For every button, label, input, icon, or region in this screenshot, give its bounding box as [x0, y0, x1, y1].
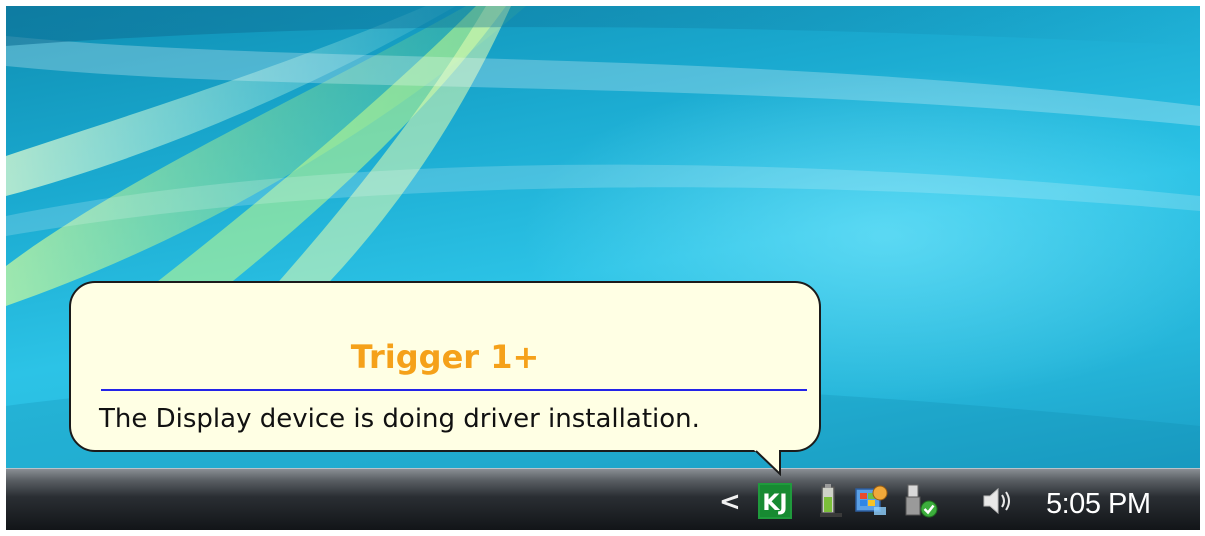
notification-balloon-tail [754, 450, 781, 476]
show-hidden-icons-button[interactable]: < [719, 489, 741, 515]
notification-balloon[interactable]: Trigger 1+ The Display device is doing d… [69, 281, 821, 452]
screenshot-frame: < KJ 5:05 PM Trigger 1+ The Display devi… [6, 6, 1200, 530]
safely-remove-hardware-icon[interactable] [902, 483, 940, 519]
kj-icon-glyph: KJ [762, 491, 787, 516]
kj-trigger-app-icon[interactable]: KJ [758, 483, 792, 519]
power-battery-icon[interactable] [816, 483, 844, 519]
notification-message: The Display device is doing driver insta… [99, 404, 700, 434]
windows-security-flag-icon[interactable] [852, 483, 890, 519]
clock[interactable]: 5:05 PM [1046, 489, 1151, 519]
notification-divider [101, 389, 807, 391]
taskbar: < KJ 5:05 PM [6, 468, 1200, 530]
volume-icon[interactable] [980, 483, 1020, 519]
notification-title: Trigger 1+ [350, 338, 540, 376]
